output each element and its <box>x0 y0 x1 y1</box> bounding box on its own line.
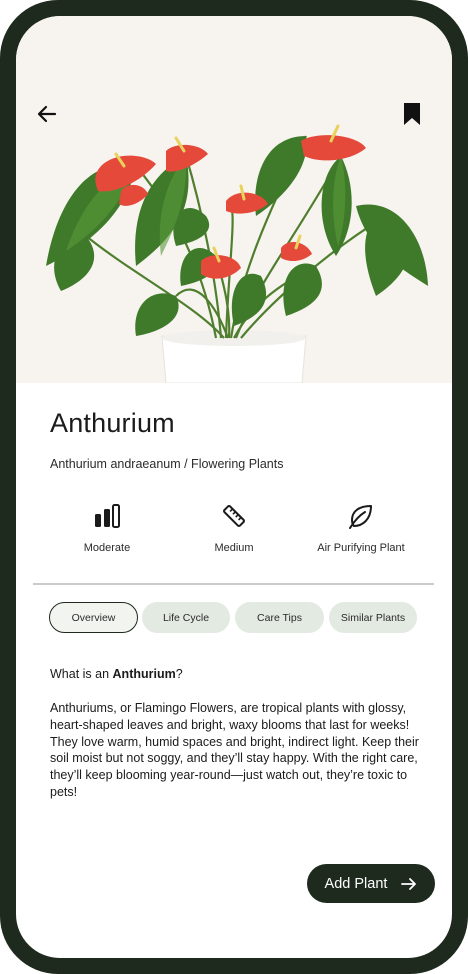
feature-air-purifying: Air Purifying Plant <box>291 498 431 554</box>
leaf-icon <box>349 505 372 529</box>
device-frame: Anthurium Anthurium andraeanum / Floweri… <box>0 0 468 974</box>
bookmark-icon <box>404 103 420 125</box>
back-arrow-icon <box>37 105 57 123</box>
feature-label: Medium <box>214 542 254 554</box>
plant-hero-image <box>16 16 452 383</box>
app-screen: Anthurium Anthurium andraeanum / Floweri… <box>16 16 452 958</box>
back-button[interactable] <box>31 98 63 130</box>
tab-life-cycle[interactable]: Life Cycle <box>142 602 230 633</box>
feature-label: Moderate <box>83 542 131 554</box>
tab-care-tips[interactable]: Care Tips <box>235 602 324 633</box>
feature-size: Medium <box>164 498 304 554</box>
about-heading: What is an Anthurium? <box>50 667 183 681</box>
plant-subtitle: Anthurium andraeanum / Flowering Plants <box>50 457 284 471</box>
feature-difficulty: Moderate <box>37 498 177 554</box>
feature-label: Air Purifying Plant <box>317 542 405 554</box>
about-description: Anthuriums, or Flamingo Flowers, are tro… <box>50 701 419 799</box>
bookmark-button[interactable] <box>396 98 428 130</box>
arrow-right-icon <box>401 877 417 891</box>
add-plant-label: Add Plant <box>324 875 388 892</box>
add-plant-button[interactable]: Add Plant <box>307 864 435 903</box>
about-heading-prefix: What is an <box>50 667 113 681</box>
anthurium-illustration <box>46 124 428 383</box>
tab-similar-plants[interactable]: Similar Plants <box>329 602 417 633</box>
about-heading-suffix: ? <box>175 667 183 681</box>
about-heading-plant-name: Anthurium <box>112 667 176 681</box>
tab-bar: Overview Life Cycle Care Tips Similar Pl… <box>49 602 429 634</box>
ruler-icon <box>223 505 245 527</box>
difficulty-bars-icon <box>95 504 120 528</box>
tab-overview[interactable]: Overview <box>49 602 138 633</box>
plant-features: Moderate Medium Air Purifying Plant <box>16 498 452 568</box>
plant-name: Anthurium <box>50 408 175 438</box>
section-divider <box>33 583 434 585</box>
